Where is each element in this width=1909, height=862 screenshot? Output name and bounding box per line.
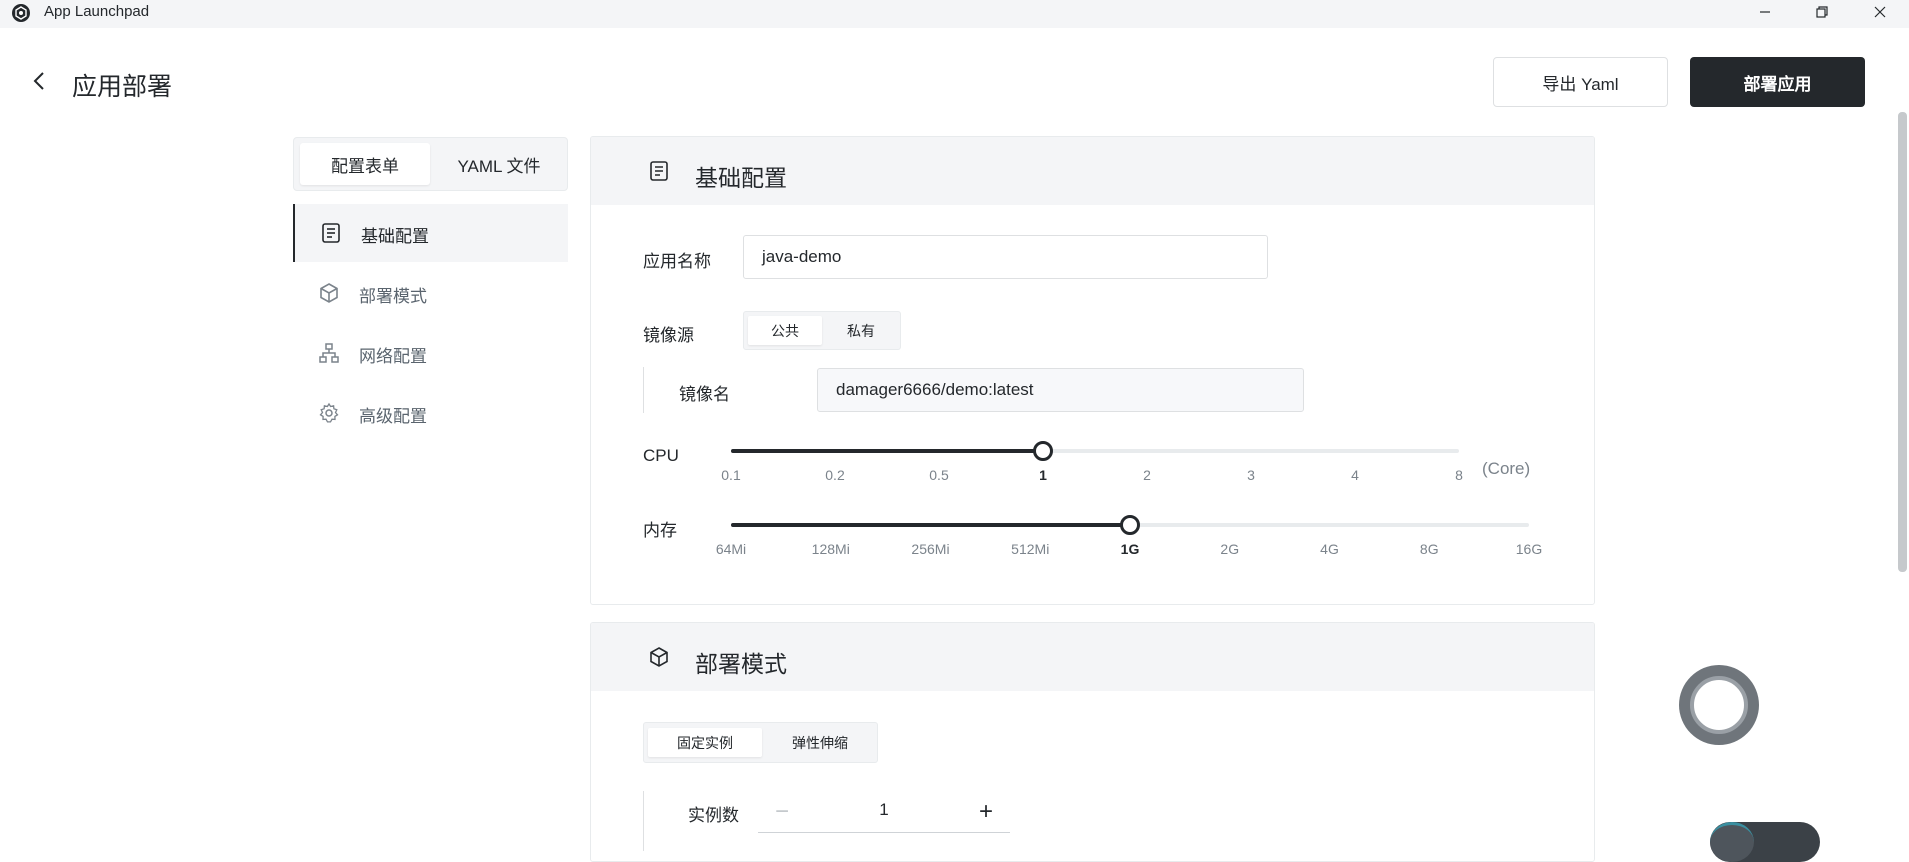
document-icon bbox=[322, 223, 340, 243]
app-logo-icon bbox=[12, 4, 30, 22]
cube-icon bbox=[320, 283, 338, 303]
card-title: 基础配置 bbox=[695, 165, 787, 191]
image-name-input[interactable]: damager6666/demo:latest bbox=[817, 368, 1304, 412]
document-icon bbox=[650, 161, 668, 181]
image-source-public[interactable]: 公共 bbox=[748, 316, 822, 345]
card-title: 部署模式 bbox=[695, 651, 787, 677]
window-titlebar: App Launchpad bbox=[0, 0, 1909, 28]
deploy-mode-card: 部署模式 固定实例 弹性伸缩 bbox=[590, 622, 1595, 862]
app-name-label: 应用名称 bbox=[643, 252, 711, 271]
nav-item-label: 网络配置 bbox=[359, 347, 427, 366]
nav-item-advanced[interactable]: 高级配置 bbox=[293, 384, 568, 442]
cpu-tick-label[interactable]: 8 bbox=[1455, 467, 1463, 483]
memory-tick-label[interactable]: 256Mi bbox=[911, 541, 949, 557]
nav-item-label: 高级配置 bbox=[359, 407, 427, 426]
instances-label: 实例数 bbox=[688, 806, 739, 825]
memory-tick-label[interactable]: 16G bbox=[1516, 541, 1542, 557]
basic-config-card: 基础配置 应用名称 java-demo 镜像源 公共 私有 镜像名 damage… bbox=[590, 136, 1595, 605]
cpu-tick-label[interactable]: 0.1 bbox=[721, 467, 740, 483]
close-icon bbox=[1874, 6, 1886, 18]
cube-icon bbox=[650, 647, 668, 667]
cpu-unit: (Core) bbox=[1482, 459, 1531, 478]
page-title: 应用部署 bbox=[72, 73, 173, 101]
decrement-button[interactable]: − bbox=[768, 798, 796, 826]
nav-item-label: 部署模式 bbox=[359, 287, 427, 306]
tab-yaml-file[interactable]: YAML 文件 bbox=[434, 143, 564, 185]
image-source-private[interactable]: 私有 bbox=[824, 316, 898, 345]
memory-label: 内存 bbox=[643, 521, 677, 540]
cpu-tick-label[interactable]: 2 bbox=[1143, 467, 1151, 483]
memory-tick-label[interactable]: 512Mi bbox=[1011, 541, 1049, 557]
cpu-tick-label[interactable]: 1 bbox=[1039, 467, 1047, 483]
cpu-slider-thumb[interactable] bbox=[1033, 441, 1053, 461]
restore-icon bbox=[1816, 6, 1828, 18]
export-yaml-button[interactable]: 导出 Yaml bbox=[1493, 57, 1668, 107]
network-icon bbox=[319, 343, 339, 363]
dock-avatar-icon bbox=[1710, 822, 1754, 862]
chevron-left-icon bbox=[33, 72, 44, 90]
image-source-toggle: 公共 私有 bbox=[743, 311, 901, 350]
config-mode-tabs: 配置表单 YAML 文件 bbox=[293, 137, 568, 191]
card-header: 部署模式 bbox=[591, 623, 1594, 691]
gear-icon bbox=[319, 402, 339, 423]
minimize-button[interactable] bbox=[1737, 0, 1793, 24]
mode-autoscaling[interactable]: 弹性伸缩 bbox=[764, 728, 876, 757]
image-name-rail bbox=[643, 367, 644, 413]
instances-value[interactable]: 1 bbox=[858, 800, 910, 820]
cpu-tick-label[interactable]: 3 bbox=[1247, 467, 1255, 483]
deploy-app-button[interactable]: 部署应用 bbox=[1690, 57, 1865, 107]
window-title: App Launchpad bbox=[44, 3, 150, 20]
memory-tick-label[interactable]: 4G bbox=[1320, 541, 1339, 557]
memory-slider-fill bbox=[731, 523, 1130, 527]
memory-tick-label[interactable]: 64Mi bbox=[716, 541, 746, 557]
back-button[interactable] bbox=[26, 68, 52, 94]
mode-fixed-instances[interactable]: 固定实例 bbox=[648, 728, 762, 757]
card-header: 基础配置 bbox=[591, 137, 1594, 205]
nav-item-network[interactable]: 网络配置 bbox=[293, 324, 568, 382]
close-button[interactable] bbox=[1852, 0, 1908, 24]
restore-button[interactable] bbox=[1794, 0, 1850, 24]
cpu-tick-label[interactable]: 4 bbox=[1351, 467, 1359, 483]
deploy-mode-toggle: 固定实例 弹性伸缩 bbox=[643, 722, 878, 763]
nav-item-label: 基础配置 bbox=[361, 227, 429, 246]
page-scrollbar[interactable] bbox=[1898, 112, 1907, 572]
section-nav: 基础配置 部署模式 网络配置 高级配置 bbox=[293, 204, 568, 444]
memory-tick-label[interactable]: 128Mi bbox=[812, 541, 850, 557]
memory-slider-thumb[interactable] bbox=[1120, 515, 1140, 535]
memory-tick-label[interactable]: 1G bbox=[1121, 541, 1140, 557]
nav-item-basic[interactable]: 基础配置 bbox=[293, 204, 568, 262]
image-name-label: 镜像名 bbox=[679, 385, 730, 404]
cpu-slider[interactable] bbox=[731, 449, 1459, 453]
image-source-label: 镜像源 bbox=[643, 326, 694, 345]
app-name-input[interactable]: java-demo bbox=[743, 235, 1268, 279]
nav-item-deploy-mode[interactable]: 部署模式 bbox=[293, 264, 568, 322]
memory-tick-label[interactable]: 2G bbox=[1220, 541, 1239, 557]
ring-icon bbox=[1690, 676, 1748, 734]
instances-rail bbox=[643, 791, 644, 851]
cpu-tick-label[interactable]: 0.5 bbox=[929, 467, 948, 483]
cpu-tick-label[interactable]: 0.2 bbox=[825, 467, 844, 483]
cpu-slider-fill bbox=[731, 449, 1043, 453]
floating-assistant-button[interactable] bbox=[1679, 665, 1759, 745]
minimize-icon bbox=[1760, 11, 1770, 13]
tab-config-form[interactable]: 配置表单 bbox=[300, 143, 430, 185]
memory-tick-label[interactable]: 8G bbox=[1420, 541, 1439, 557]
cpu-label: CPU bbox=[643, 446, 679, 465]
instances-stepper: − 1 + bbox=[758, 792, 1010, 833]
increment-button[interactable]: + bbox=[972, 798, 1000, 826]
